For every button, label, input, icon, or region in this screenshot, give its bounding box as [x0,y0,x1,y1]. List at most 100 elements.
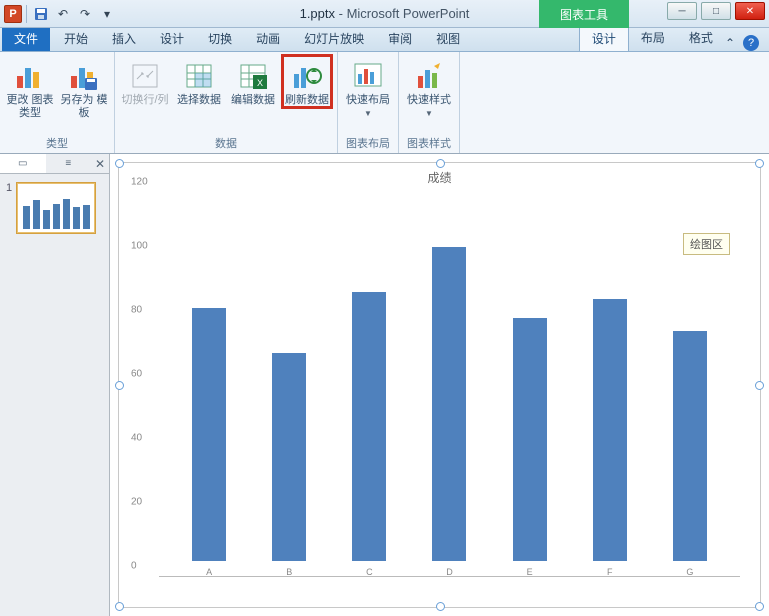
bar[interactable] [432,247,466,561]
window-title: 1.pptx - Microsoft PowerPoint [300,6,470,21]
save-as-template-label: 另存为 模板 [60,94,108,120]
tab-insert[interactable]: 插入 [100,26,148,51]
bar[interactable] [192,308,226,561]
y-tick-label: 80 [131,305,142,316]
document-filename: 1.pptx [300,6,335,21]
dropdown-icon: ▼ [425,109,433,118]
tab-outline[interactable]: ≡ [46,154,92,173]
chart-title[interactable]: 成绩 [119,169,760,186]
help-icon[interactable]: ? [743,35,759,51]
group-style-label: 图表样式 [405,133,453,151]
tab-review[interactable]: 审阅 [376,26,424,51]
ribbon: 更改 图表类型 另存为 模板 类型 切换行/列 选择数据 X 编辑数据 [0,52,769,154]
chart-bars: ABCDEFG [169,193,730,577]
minimize-button[interactable]: ─ [667,2,697,20]
bar-column[interactable]: B [249,193,329,577]
group-layout-label: 图表布局 [344,133,392,151]
slide-panel-tabs: ▭ ≡ ✕ [0,154,109,174]
bar-column[interactable]: G [650,193,730,577]
slide-editor[interactable]: 成绩 绘图区 020406080100120 ABCDEFG [110,154,769,616]
bar-column[interactable]: C [329,193,409,577]
bar[interactable] [673,331,707,561]
bar[interactable] [352,292,386,561]
select-data-button[interactable]: 选择数据 [175,56,223,107]
ribbon-group-chart-style: 快速样式 ▼ 图表样式 [399,52,460,153]
bar[interactable] [593,299,627,561]
redo-button[interactable]: ↷ [75,4,95,24]
edit-data-icon: X [237,60,269,92]
group-type-label: 类型 [6,133,108,151]
resize-handle[interactable] [115,602,124,611]
tab-chart-layout[interactable]: 布局 [629,25,677,51]
tab-chart-design[interactable]: 设计 [579,25,629,51]
close-button[interactable]: ✕ [735,2,765,20]
save-as-template-button[interactable]: 另存为 模板 [60,56,108,120]
undo-button[interactable]: ↶ [53,4,73,24]
slide-thumbnail[interactable] [16,182,96,234]
bar-chart-icon [14,60,46,92]
resize-handle[interactable] [436,602,445,611]
window-controls: ─ □ ✕ [667,2,765,20]
refresh-data-button[interactable]: 刷新数据 [283,56,331,107]
dropdown-icon: ▼ [364,109,372,118]
tab-file[interactable]: 文件 [2,26,50,51]
tab-view[interactable]: 视图 [424,26,472,51]
tab-home[interactable]: 开始 [52,26,100,51]
quick-access-toolbar: P ↶ ↷ ▾ [0,4,117,24]
refresh-data-label: 刷新数据 [285,94,329,107]
tab-chart-format[interactable]: 格式 [677,25,725,51]
quick-layout-button[interactable]: 快速布局 ▼ [344,56,392,118]
slide-number: 1 [6,182,12,234]
edit-data-label: 编辑数据 [231,94,275,107]
bar-column[interactable]: A [169,193,249,577]
ribbon-minimize-icon[interactable]: ⌃ [725,36,735,50]
ribbon-group-type: 更改 图表类型 另存为 模板 类型 [0,52,115,153]
ribbon-group-chart-layout: 快速布局 ▼ 图表布局 [338,52,399,153]
resize-handle[interactable] [436,159,445,168]
y-tick-label: 120 [131,177,148,188]
quick-style-label: 快速样式 [407,94,451,107]
resize-handle[interactable] [115,381,124,390]
resize-handle[interactable] [755,159,764,168]
bar[interactable] [513,318,547,561]
workspace: ▭ ≡ ✕ 1 成绩 绘图区 02040 [0,154,769,616]
switch-rc-label: 切换行/列 [121,94,168,107]
slide-thumbnail-entry[interactable]: 1 [0,174,109,242]
y-tick-label: 0 [131,561,137,572]
bar-column[interactable]: E [490,193,570,577]
y-tick-label: 40 [131,433,142,444]
panel-close-icon[interactable]: ✕ [91,154,109,173]
select-data-label: 选择数据 [177,94,221,107]
save-button[interactable] [31,4,51,24]
powerpoint-app-icon: P [4,5,22,23]
svg-text:X: X [257,78,263,88]
change-chart-type-label: 更改 图表类型 [6,94,54,120]
bar[interactable] [272,353,306,561]
resize-handle[interactable] [755,381,764,390]
quick-style-button[interactable]: 快速样式 ▼ [405,56,453,118]
tab-slideshow[interactable]: 幻灯片放映 [292,26,376,51]
quick-layout-label: 快速布局 [346,94,390,107]
edit-data-button[interactable]: X 编辑数据 [229,56,277,107]
qat-dropdown-icon[interactable]: ▾ [97,4,117,24]
bar-column[interactable]: D [409,193,489,577]
tab-slides-thumbnails[interactable]: ▭ [0,154,46,173]
x-axis-line [159,576,740,577]
select-data-icon [183,60,215,92]
ribbon-tabs: 文件 开始 插入 设计 切换 动画 幻灯片放映 审阅 视图 设计 布局 格式 ⌃… [0,28,769,52]
refresh-data-icon [291,60,323,92]
template-chart-icon [68,60,100,92]
resize-handle[interactable] [755,602,764,611]
resize-handle[interactable] [115,159,124,168]
y-tick-label: 100 [131,241,148,252]
tab-animations[interactable]: 动画 [244,26,292,51]
tab-transitions[interactable]: 切换 [196,26,244,51]
chart-object[interactable]: 成绩 绘图区 020406080100120 ABCDEFG [118,162,761,608]
tab-design[interactable]: 设计 [148,26,196,51]
bar-column[interactable]: F [570,193,650,577]
switch-rc-icon [129,60,161,92]
change-chart-type-button[interactable]: 更改 图表类型 [6,56,54,120]
maximize-button[interactable]: □ [701,2,731,20]
plot-area[interactable]: 020406080100120 ABCDEFG [159,193,740,577]
ribbon-group-data: 切换行/列 选择数据 X 编辑数据 刷新数据 数据 [115,52,338,153]
